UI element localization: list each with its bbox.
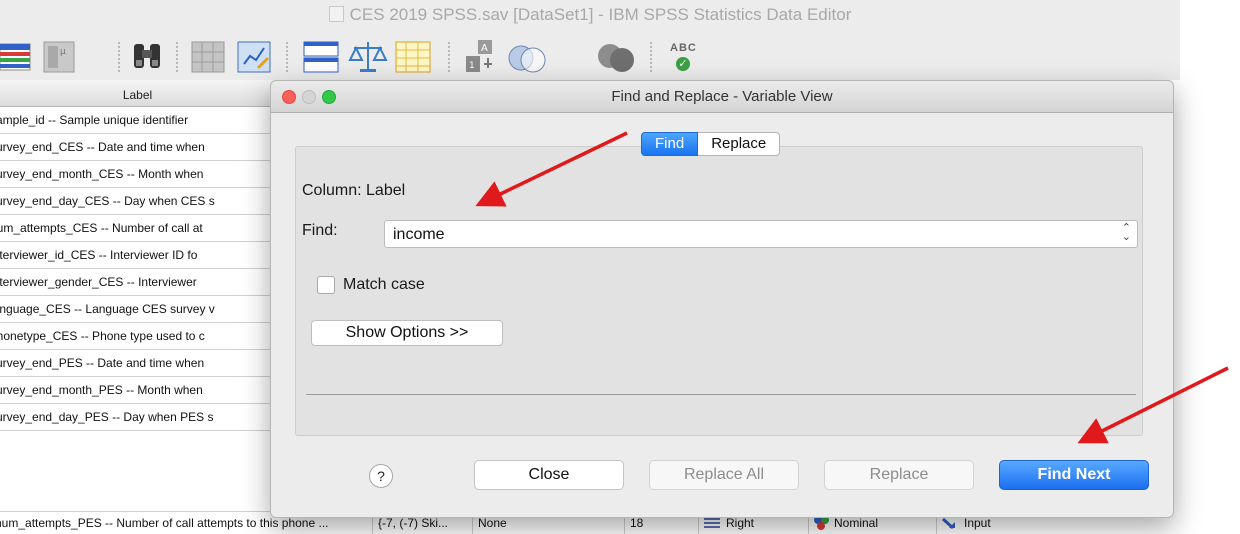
find-replace-tabs: Find Replace [641, 132, 781, 156]
svg-text:1: 1 [469, 61, 475, 71]
replace-all-button[interactable]: Replace All [649, 460, 799, 490]
match-case-checkbox[interactable] [317, 276, 335, 294]
grid-row-label: sample_id -- Sample unique identifier [0, 113, 189, 127]
grid-row[interactable]: num_attempts_CES -- Number of call at [0, 215, 275, 242]
table-icon[interactable] [190, 38, 228, 74]
column-indicator: Column: Label [302, 182, 406, 199]
svg-text:μ: μ [60, 47, 66, 57]
grid-row[interactable]: survey_end_month_CES -- Month when [0, 161, 275, 188]
toolbar-separator [286, 42, 288, 72]
grid-row[interactable]: sample_id -- Sample unique identifier [0, 107, 275, 134]
measure-value: Nominal [834, 516, 879, 530]
grid-row-label: interviewer_id_CES -- Interviewer ID fo [0, 248, 198, 262]
grid-row-label: survey_end_month_PES -- Month when [0, 383, 203, 397]
grid-row[interactable]: survey_end_day_PES -- Day when PES s [0, 404, 275, 431]
align-right-icon [704, 518, 720, 528]
grid-row[interactable]: survey_end_PES -- Date and time when [0, 350, 275, 377]
toolbar: μ A 1 ABC ✓ [0, 30, 1180, 80]
grid-row-label: interviewer_gender_CES -- Interviewer [0, 275, 197, 289]
spell-check-label[interactable]: ABC [670, 42, 697, 54]
grid-row[interactable]: language_CES -- Language CES survey v [0, 296, 275, 323]
grid-row[interactable]: survey_end_month_PES -- Month when [0, 377, 275, 404]
grid-row-label: survey_end_month_CES -- Month when [0, 167, 204, 181]
toolbar-separator [650, 42, 652, 72]
replace-button[interactable]: Replace [824, 460, 974, 490]
select-cases-icon[interactable] [394, 38, 434, 74]
grid-row-label: survey_end_PES -- Date and time when [0, 356, 205, 370]
show-options-button[interactable]: Show Options >> [311, 320, 503, 346]
grid-column-header-label[interactable]: Label [0, 80, 275, 107]
dataset-grid-icon[interactable] [0, 38, 38, 74]
window-title: CES 2019 SPSS.sav [DataSet1] - IBM SPSS … [349, 5, 852, 24]
toolbar-separator [176, 42, 178, 72]
find-input[interactable] [391, 223, 1095, 247]
close-button[interactable]: Close [474, 460, 624, 490]
grid-row[interactable]: survey_end_CES -- Date and time when [0, 134, 275, 161]
find-next-button[interactable]: Find Next [999, 460, 1149, 490]
use-sets-icon[interactable] [505, 38, 551, 76]
toolbar-separator [118, 42, 120, 72]
variable-view-icon[interactable]: μ [42, 38, 80, 74]
role-value: Input [964, 516, 991, 530]
window-title-bar: CES 2019 SPSS.sav [DataSet1] - IBM SPSS … [0, 0, 1180, 30]
grid-row[interactable]: phonetype_CES -- Phone type used to c [0, 323, 275, 350]
spell-check-icon: ✓ [676, 57, 690, 71]
align-value: Right [726, 516, 755, 530]
nominal-icon [814, 516, 830, 530]
weight-cases-icon[interactable] [348, 38, 388, 74]
find-replace-dialog: Find and Replace - Variable View Find Re… [270, 80, 1174, 518]
find-combobox[interactable]: ⌃⌄ [384, 220, 1138, 248]
chart-builder-icon[interactable] [236, 38, 274, 74]
split-file-icon[interactable] [302, 38, 342, 76]
grid-row[interactable]: interviewer_id_CES -- Interviewer ID fo [0, 242, 275, 269]
dialog-title-bar: Find and Replace - Variable View [271, 81, 1173, 113]
tab-find[interactable]: Find [641, 132, 699, 156]
find-label: Find: [302, 222, 338, 239]
show-all-icon[interactable] [594, 38, 640, 76]
grid-row-label: survey_end_day_PES -- Day when PES s [0, 410, 214, 424]
toolbar-separator [448, 42, 450, 72]
grid-row[interactable]: interviewer_gender_CES -- Interviewer [0, 269, 275, 296]
grid-row-label: phonetype_CES -- Phone type used to c [0, 329, 205, 343]
tab-replace[interactable]: Replace [698, 132, 781, 156]
document-icon [328, 6, 344, 22]
combobox-arrows-icon[interactable]: ⌃ ⌄ [1122, 223, 1131, 243]
help-button[interactable]: ? [369, 464, 393, 488]
svg-text:A: A [481, 43, 488, 54]
grid-row-label: survey_end_CES -- Date and time when [0, 140, 205, 154]
binoculars-find-icon[interactable] [130, 38, 166, 74]
input-role-icon [942, 517, 955, 529]
grid-row-label: language_CES -- Language CES survey v [0, 302, 215, 316]
find-panel: Column: Label Find: ⌃⌄ Match case Show O… [295, 146, 1143, 436]
grid-row[interactable]: survey_end_day_CES -- Day when CES s [0, 188, 275, 215]
panel-divider [306, 394, 1136, 395]
grid-row-label: survey_end_day_CES -- Day when CES s [0, 194, 215, 208]
grid-row-label: num_attempts_CES -- Number of call at [0, 221, 203, 235]
value-labels-icon[interactable]: A 1 [462, 38, 502, 76]
match-case-label[interactable]: Match case [343, 276, 425, 294]
dialog-title: Find and Replace - Variable View [611, 88, 833, 105]
